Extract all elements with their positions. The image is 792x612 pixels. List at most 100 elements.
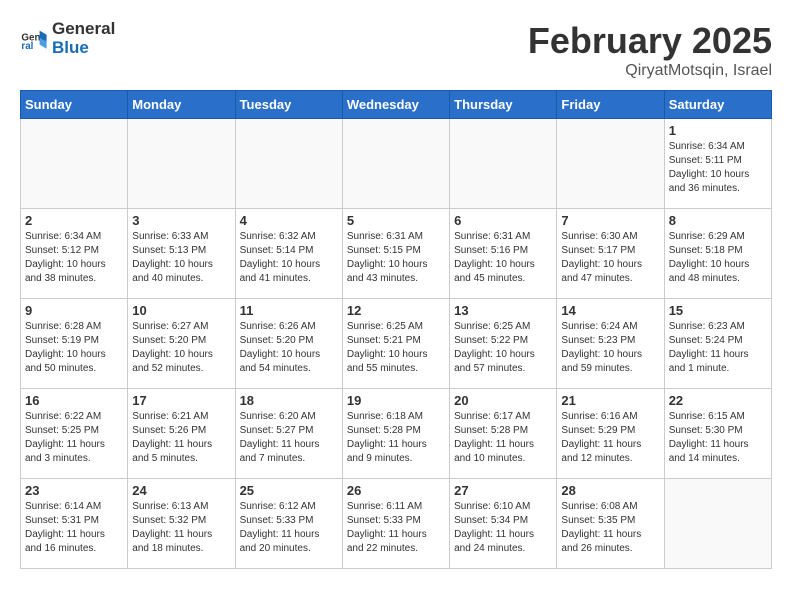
calendar-week-3: 16Sunrise: 6:22 AM Sunset: 5:25 PM Dayli… (21, 389, 772, 479)
calendar-week-0: 1Sunrise: 6:34 AM Sunset: 5:11 PM Daylig… (21, 119, 772, 209)
header-saturday: Saturday (664, 91, 771, 119)
calendar-cell (664, 479, 771, 569)
calendar-cell: 12 Sunrise: 6:25 AM Sunset: 5:21 PM Dayli… (342, 299, 449, 389)
header-wednesday: Wednesday (342, 91, 449, 119)
calendar-cell: 13 Sunrise: 6:25 AM Sunset: 5:22 PM Dayli… (450, 299, 557, 389)
calendar-cell (557, 119, 664, 209)
calendar-cell: 18Sunrise: 6:20 AM Sunset: 5:27 PM Dayli… (235, 389, 342, 479)
svg-text:ral: ral (21, 40, 33, 51)
day-number: 24 (132, 483, 230, 498)
day-info: Sunrise: 6:20 AM Sunset: 5:27 PM Dayligh… (240, 410, 338, 466)
calendar-cell (450, 119, 557, 209)
calendar-cell: 10 Sunrise: 6:27 AM Sunset: 5:20 PM Dayli… (128, 299, 235, 389)
calendar-cell: 8Sunrise: 6:29 AM Sunset: 5:18 PM Daylig… (664, 209, 771, 299)
day-info: Sunrise: 6:27 AM Sunset: 5:20 PM Dayligh… (132, 320, 230, 376)
day-number: 23 (25, 483, 123, 498)
calendar-cell (21, 119, 128, 209)
day-info: Sunrise: 6:15 AM Sunset: 5:30 PM Dayligh… (669, 410, 767, 466)
calendar-cell: 14Sunrise: 6:24 AM Sunset: 5:23 PM Dayli… (557, 299, 664, 389)
day-number: 5 (347, 213, 445, 228)
day-info: Sunrise: 6:25 AM Sunset: 5:21 PM Dayligh… (347, 320, 445, 376)
day-info: Sunrise: 6:26 AM Sunset: 5:20 PM Dayligh… (240, 320, 338, 376)
calendar-table: Sunday Monday Tuesday Wednesday Thursday… (20, 90, 772, 569)
calendar-cell: 3 Sunrise: 6:33 AM Sunset: 5:13 PM Daylig… (128, 209, 235, 299)
day-number: 28 (561, 483, 659, 498)
day-info: Sunrise: 6:31 AM Sunset: 5:15 PM Dayligh… (347, 230, 445, 286)
calendar-week-4: 23 Sunrise: 6:14 AM Sunset: 5:31 PM Dayli… (21, 479, 772, 569)
day-number: 17 (132, 393, 230, 408)
day-number: 15 (669, 303, 767, 318)
day-number: 11 (240, 303, 338, 318)
page-header: Gene ral General Blue February 2025 Qiry… (20, 20, 772, 80)
calendar-title: February 2025 (528, 20, 772, 62)
day-number: 10 (132, 303, 230, 318)
day-info: Sunrise: 6:12 AM Sunset: 5:33 PM Dayligh… (240, 500, 338, 556)
calendar-cell: 16Sunrise: 6:22 AM Sunset: 5:25 PM Dayli… (21, 389, 128, 479)
calendar-cell: 24 Sunrise: 6:13 AM Sunset: 5:32 PM Dayli… (128, 479, 235, 569)
calendar-cell: 15 Sunrise: 6:23 AM Sunset: 5:24 PM Dayli… (664, 299, 771, 389)
logo-general: General (52, 20, 115, 39)
day-info: Sunrise: 6:17 AM Sunset: 5:28 PM Dayligh… (454, 410, 552, 466)
day-number: 4 (240, 213, 338, 228)
header-monday: Monday (128, 91, 235, 119)
calendar-cell: 20 Sunrise: 6:17 AM Sunset: 5:28 PM Dayli… (450, 389, 557, 479)
day-number: 3 (132, 213, 230, 228)
day-info: Sunrise: 6:21 AM Sunset: 5:26 PM Dayligh… (132, 410, 230, 466)
calendar-cell: 23 Sunrise: 6:14 AM Sunset: 5:31 PM Dayli… (21, 479, 128, 569)
calendar-cell: 2Sunrise: 6:34 AM Sunset: 5:12 PM Daylig… (21, 209, 128, 299)
day-info: Sunrise: 6:24 AM Sunset: 5:23 PM Dayligh… (561, 320, 659, 376)
day-number: 25 (240, 483, 338, 498)
day-info: Sunrise: 6:30 AM Sunset: 5:17 PM Dayligh… (561, 230, 659, 286)
day-header-row: Sunday Monday Tuesday Wednesday Thursday… (21, 91, 772, 119)
day-number: 2 (25, 213, 123, 228)
day-info: Sunrise: 6:08 AM Sunset: 5:35 PM Dayligh… (561, 500, 659, 556)
calendar-cell: 25 Sunrise: 6:12 AM Sunset: 5:33 PM Dayli… (235, 479, 342, 569)
calendar-cell: 1Sunrise: 6:34 AM Sunset: 5:11 PM Daylig… (664, 119, 771, 209)
day-info: Sunrise: 6:25 AM Sunset: 5:22 PM Dayligh… (454, 320, 552, 376)
day-number: 27 (454, 483, 552, 498)
day-info: Sunrise: 6:14 AM Sunset: 5:31 PM Dayligh… (25, 500, 123, 556)
header-sunday: Sunday (21, 91, 128, 119)
calendar-cell: 28 Sunrise: 6:08 AM Sunset: 5:35 PM Dayli… (557, 479, 664, 569)
day-info: Sunrise: 6:23 AM Sunset: 5:24 PM Dayligh… (669, 320, 767, 376)
calendar-cell: 4 Sunrise: 6:32 AM Sunset: 5:14 PM Daylig… (235, 209, 342, 299)
calendar-cell: 21Sunrise: 6:16 AM Sunset: 5:29 PM Dayli… (557, 389, 664, 479)
day-number: 13 (454, 303, 552, 318)
day-number: 16 (25, 393, 123, 408)
calendar-cell: 9 Sunrise: 6:28 AM Sunset: 5:19 PM Daylig… (21, 299, 128, 389)
day-number: 6 (454, 213, 552, 228)
calendar-cell: 19Sunrise: 6:18 AM Sunset: 5:28 PM Dayli… (342, 389, 449, 479)
day-number: 1 (669, 123, 767, 138)
day-number: 12 (347, 303, 445, 318)
day-number: 26 (347, 483, 445, 498)
calendar-week-2: 9 Sunrise: 6:28 AM Sunset: 5:19 PM Daylig… (21, 299, 772, 389)
calendar-cell: 7 Sunrise: 6:30 AM Sunset: 5:17 PM Daylig… (557, 209, 664, 299)
calendar-cell (128, 119, 235, 209)
day-number: 7 (561, 213, 659, 228)
day-number: 19 (347, 393, 445, 408)
day-number: 9 (25, 303, 123, 318)
day-number: 8 (669, 213, 767, 228)
day-number: 20 (454, 393, 552, 408)
day-info: Sunrise: 6:13 AM Sunset: 5:32 PM Dayligh… (132, 500, 230, 556)
header-friday: Friday (557, 91, 664, 119)
day-info: Sunrise: 6:31 AM Sunset: 5:16 PM Dayligh… (454, 230, 552, 286)
header-tuesday: Tuesday (235, 91, 342, 119)
logo-icon: Gene ral (20, 25, 48, 53)
calendar-cell: 27 Sunrise: 6:10 AM Sunset: 5:34 PM Dayli… (450, 479, 557, 569)
calendar-cell: 5 Sunrise: 6:31 AM Sunset: 5:15 PM Daylig… (342, 209, 449, 299)
day-info: Sunrise: 6:28 AM Sunset: 5:19 PM Dayligh… (25, 320, 123, 376)
calendar-week-1: 2Sunrise: 6:34 AM Sunset: 5:12 PM Daylig… (21, 209, 772, 299)
day-info: Sunrise: 6:16 AM Sunset: 5:29 PM Dayligh… (561, 410, 659, 466)
title-block: February 2025 QiryatMotsqin, Israel (528, 20, 772, 80)
calendar-cell: 17 Sunrise: 6:21 AM Sunset: 5:26 PM Dayli… (128, 389, 235, 479)
calendar-subtitle: QiryatMotsqin, Israel (528, 62, 772, 80)
calendar-cell: 11 Sunrise: 6:26 AM Sunset: 5:20 PM Dayli… (235, 299, 342, 389)
day-number: 22 (669, 393, 767, 408)
day-info: Sunrise: 6:33 AM Sunset: 5:13 PM Dayligh… (132, 230, 230, 286)
day-info: Sunrise: 6:10 AM Sunset: 5:34 PM Dayligh… (454, 500, 552, 556)
logo-blue: Blue (52, 39, 115, 58)
day-info: Sunrise: 6:32 AM Sunset: 5:14 PM Dayligh… (240, 230, 338, 286)
calendar-cell: 22 Sunrise: 6:15 AM Sunset: 5:30 PM Dayli… (664, 389, 771, 479)
day-info: Sunrise: 6:11 AM Sunset: 5:33 PM Dayligh… (347, 500, 445, 556)
